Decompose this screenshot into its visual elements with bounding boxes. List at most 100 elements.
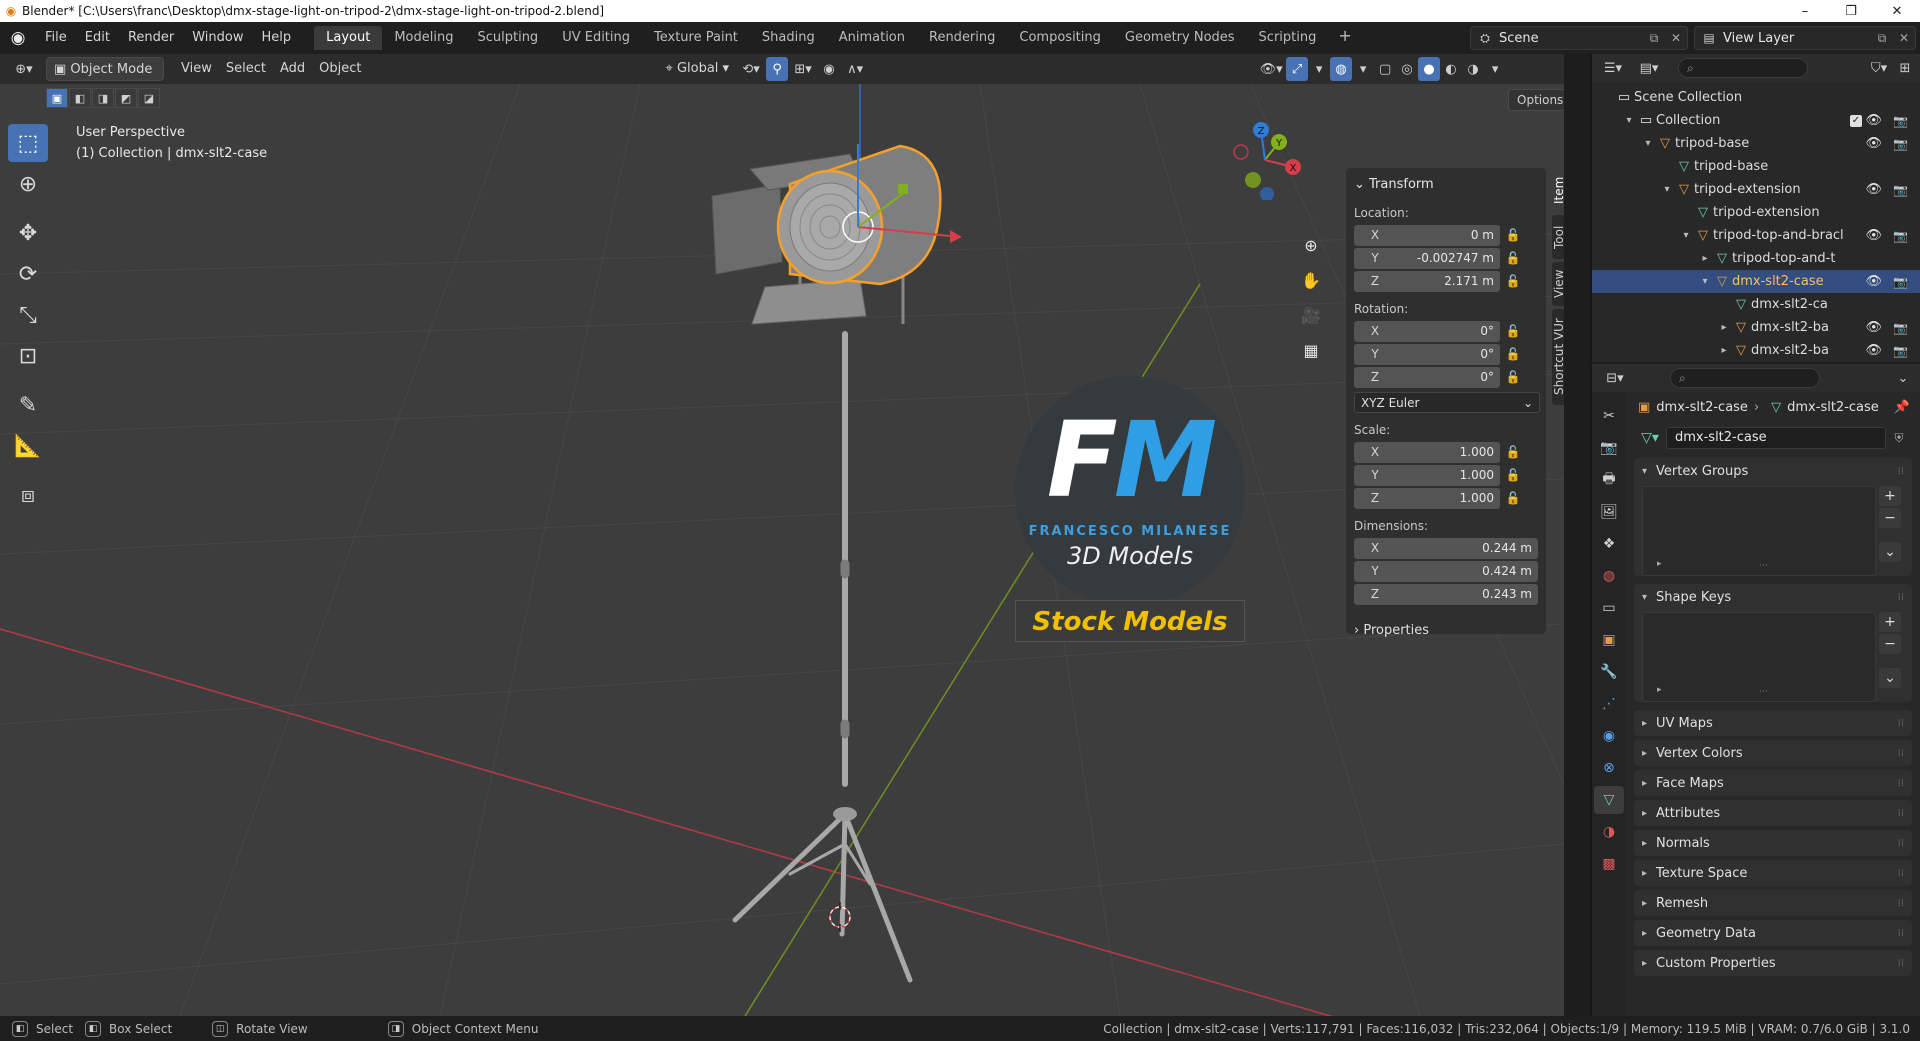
pivot-point-icon[interactable]: ⟲▾ [736,57,766,81]
display-mode-icon[interactable]: ▤▾ [1634,56,1664,80]
location-y-field[interactable]: Y -0.002747 m [1354,247,1500,269]
lock-icon[interactable]: 🔓 [1500,324,1526,338]
drag-grip-icon[interactable]: ⁞⁞ [1898,466,1904,477]
camera-render-icon[interactable]: 📷 [1893,344,1908,358]
tab-scripting[interactable]: Scripting [1247,26,1329,50]
menu-window[interactable]: Window [183,26,252,50]
collection-tab-icon[interactable]: ▭ [1594,594,1624,622]
rotation-y-field[interactable]: Y 0° [1354,343,1500,365]
tab-layout[interactable]: Layout [314,26,383,50]
vertex-groups-header[interactable]: ▾ Vertex Groups ⁞⁞ [1634,458,1912,484]
gizmo-y-handle[interactable] [898,184,908,194]
object-tab-icon[interactable]: ▣ [1594,626,1624,654]
outliner-row[interactable]: ▸ ▽ tripod-top-and-t [1592,247,1920,270]
gizmo-neg-y[interactable] [1245,172,1261,188]
panel-header[interactable]: ▸ Remesh ⁞⁞ [1634,890,1912,916]
drag-grip-icon[interactable]: ⁞⁞ [1898,808,1904,819]
drag-grip-icon[interactable]: ⁞⁞ [1898,838,1904,849]
select-invert-icon[interactable]: ◩ [115,88,137,108]
gizmo-x-arrowhead[interactable] [950,230,962,243]
view-layer-tab-icon[interactable]: 🖼 [1594,498,1624,526]
view-layer-new-icon[interactable]: ⧉ [1871,31,1893,46]
snap-target-icon[interactable]: ⊞▾ [788,57,818,81]
perspective-grid-icon[interactable]: ▦ [1296,335,1326,365]
new-collection-icon[interactable]: ⊞ [1894,56,1916,80]
world-tab-icon[interactable]: ◍ [1594,562,1624,590]
expand-arrow-icon[interactable]: ▾ [1622,115,1636,126]
shading-solid-icon[interactable]: ● [1418,57,1441,81]
drag-grip-icon[interactable]: ⁞⁞ [1898,718,1904,729]
maximize-button[interactable]: ❐ [1828,0,1874,22]
measure-tool[interactable]: 📐 [8,427,48,465]
sidebar-tab-view[interactable]: View [1552,262,1564,306]
location-x-field[interactable]: X 0 m [1354,224,1500,246]
select-intersect-icon[interactable]: ◪ [138,88,160,108]
expand-arrow-icon[interactable]: ▸ [1717,322,1731,333]
select-extend-icon[interactable]: ◧ [69,88,91,108]
properties-subpanel-header[interactable]: › Properties [1354,623,1538,638]
move-tool[interactable]: ✥ [8,214,48,252]
camera-render-icon[interactable]: 📷 [1893,229,1908,243]
shading-wireframe-icon[interactable]: ◎ [1396,57,1418,81]
location-z-field[interactable]: Z 2.171 m [1354,270,1500,292]
panel-header[interactable]: ▸ Face Maps ⁞⁞ [1634,770,1912,796]
tab-sculpting[interactable]: Sculpting [465,26,550,50]
rotation-z-field[interactable]: Z 0° [1354,366,1500,388]
menu-object[interactable]: Object [312,57,368,81]
select-subtract-icon[interactable]: ◨ [92,88,114,108]
camera-render-icon[interactable]: 📷 [1893,137,1908,151]
select-box-tool[interactable]: ⬚ [8,124,48,162]
shape-keys-header[interactable]: ▾ Shape Keys ⁞⁞ [1634,584,1912,610]
outliner-row[interactable]: ▸ ▽ dmx-slt2-ba 👁 📷 [1592,316,1920,339]
drag-grip-icon[interactable]: ⁞⁞ [1898,868,1904,879]
lock-icon[interactable]: 🔓 [1500,445,1526,459]
gizmo-dropdown-icon[interactable]: ▾ [1308,57,1330,81]
properties-options-icon[interactable]: ⌄ [1892,366,1914,390]
drag-grip-icon[interactable]: ⁞⁞ [1898,898,1904,909]
view-layer-remove-icon[interactable]: ✕ [1893,31,1915,45]
falloff-icon[interactable]: ∧▾ [840,57,870,81]
panel-header[interactable]: ▸ UV Maps ⁞⁞ [1634,710,1912,736]
menu-add[interactable]: Add [273,57,312,81]
camera-render-icon[interactable]: 📷 [1893,114,1908,128]
tab-rendering[interactable]: Rendering [917,26,1007,50]
mesh-data-browse-icon[interactable]: ▽▾ [1634,430,1666,446]
lock-icon[interactable]: 🔓 [1500,251,1526,265]
visibility-icon[interactable]: 👁▾ [1256,57,1286,81]
list-expand-icon[interactable]: ▸ [1657,685,1662,695]
tab-geometry-nodes[interactable]: Geometry Nodes [1113,26,1247,50]
drag-grip-icon[interactable]: ⁞⁞ [1898,958,1904,969]
expand-arrow-icon[interactable]: ▸ [1698,253,1712,264]
navigation-gizmo[interactable]: Z Y X [1225,120,1305,200]
filter-icon[interactable]: ⛉▾ [1864,56,1894,80]
outliner-row[interactable]: ▽ tripod-base [1592,155,1920,178]
scene-remove-icon[interactable]: ✕ [1665,31,1687,45]
remove-shape-key-button[interactable]: − [1879,634,1901,654]
dimensions-y-field[interactable]: Y 0.424 m [1354,560,1538,582]
exclude-checkbox[interactable]: ✓ [1850,114,1862,127]
expand-arrow-icon[interactable]: ▾ [1660,184,1674,195]
panel-header[interactable]: ▸ Geometry Data ⁞⁞ [1634,920,1912,946]
options-button[interactable]: Options [1508,89,1564,111]
lock-icon[interactable]: 🔓 [1500,274,1526,288]
camera-render-icon[interactable]: 📷 [1893,275,1908,289]
eye-icon[interactable]: 👁 [1865,274,1882,289]
constraints-tab-icon[interactable]: ⊗ [1594,754,1624,782]
outliner-row[interactable]: ▸ ▽ dmx-slt2-ba 👁 📷 [1592,339,1920,362]
outliner-row[interactable]: ▾ ▽ tripod-extension 👁 📷 [1592,178,1920,201]
menu-view[interactable]: View [174,57,219,81]
outliner-row[interactable]: ▾ ▽ dmx-slt2-case 👁 📷 [1592,270,1920,293]
drag-grip-icon[interactable]: ⁞⁞ [1898,592,1904,603]
sidebar-tab-tool[interactable]: Tool [1552,215,1564,259]
drag-grip-icon[interactable]: ⁞⁞ [1898,928,1904,939]
drag-grip-icon[interactable]: ⁞⁞ [1898,748,1904,759]
render-tab-icon[interactable]: 📷 [1594,434,1624,462]
mode-dropdown[interactable]: ▣ Object Mode ▾ [46,57,164,101]
modifiers-tab-icon[interactable]: 🔧 [1594,658,1624,686]
scene-tab-icon[interactable]: ❖ [1594,530,1624,558]
camera-render-icon[interactable]: 📷 [1893,183,1908,197]
tab-uv-editing[interactable]: UV Editing [550,26,642,50]
pin-icon[interactable]: 📌 [1894,400,1910,415]
scale-tool[interactable]: ⤡ [8,296,48,334]
tab-compositing[interactable]: Compositing [1007,26,1113,50]
